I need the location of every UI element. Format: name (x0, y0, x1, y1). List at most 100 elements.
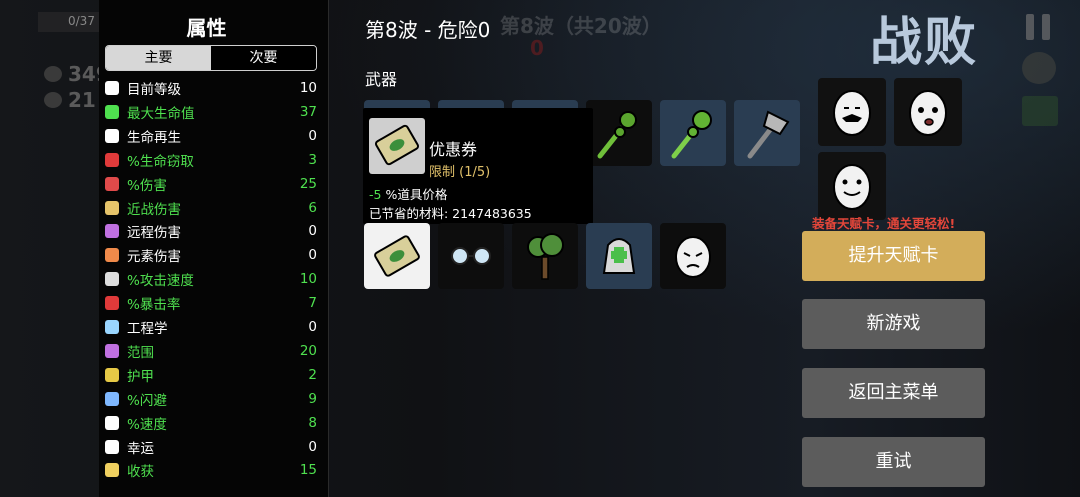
stats-tabs: 主要 次要 (105, 45, 317, 71)
stat-value: 8 (308, 414, 317, 431)
worried-egg-icon (909, 90, 947, 136)
tooltip-saved-materials: 已节省的材料: 2147483635 (369, 206, 532, 221)
stat-row: 幸运 0 (105, 435, 317, 459)
dodge-icon (105, 391, 119, 406)
stat-label: 生命再生 (127, 129, 181, 146)
defeat-title: 战败 (870, 13, 979, 73)
weapon-slot[interactable] (586, 100, 652, 166)
tooltip-effect-value: -5 (369, 187, 382, 202)
wave-title: 第8波 - 危险0 (365, 18, 491, 42)
item-slot[interactable] (586, 223, 652, 289)
stat-row: 最大生命值 37 (105, 100, 317, 124)
tooltip-item-limit: 限制 (1/5) (429, 165, 491, 180)
item-slot[interactable] (660, 223, 726, 289)
stat-label: 元素伤害 (127, 249, 181, 266)
tab-secondary[interactable]: 次要 (211, 46, 316, 70)
new-game-button[interactable]: 新游戏 (802, 299, 985, 349)
stat-row: 目前等级 10 (105, 76, 317, 100)
stat-row: 工程学 0 (105, 315, 317, 339)
stat-label: 目前等级 (127, 82, 181, 98)
level-icon (105, 81, 119, 95)
bag-count: 21 (68, 88, 96, 112)
stat-value: 2 (308, 366, 317, 383)
material-icon (44, 66, 62, 82)
speed-icon (105, 415, 119, 430)
stat-value: 6 (308, 199, 317, 216)
stat-label: 收获 (127, 464, 154, 481)
coupon-icon (374, 235, 420, 277)
stat-label: 工程学 (127, 321, 168, 337)
axe-icon (747, 110, 790, 159)
stat-value: 10 (299, 271, 317, 288)
weapon-slot[interactable] (734, 100, 800, 166)
stat-row: %伤害 25 (105, 172, 317, 196)
stat-row: %速度 8 (105, 411, 317, 435)
armor-icon (105, 367, 119, 382)
melee-icon (105, 200, 119, 215)
tooltip-item-name: 优惠券 (429, 140, 478, 159)
background-wave-text: 第8波（共20波） (500, 14, 662, 38)
item-slot[interactable] (512, 223, 578, 289)
stat-row: 远程伤害 0 (105, 219, 317, 243)
character-card[interactable] (894, 78, 962, 146)
character-card[interactable] (818, 78, 886, 146)
range-icon (105, 343, 119, 358)
pause-icon[interactable] (1026, 14, 1050, 40)
stat-row: 近战伤害 6 (105, 196, 317, 220)
item-slot[interactable] (364, 223, 430, 289)
stat-row: 收获 15 (105, 458, 317, 482)
stat-row: 元素伤害 0 (105, 243, 317, 267)
stat-label: 范围 (127, 344, 154, 361)
stat-value: 15 (299, 462, 317, 479)
stat-row: 护甲 2 (105, 363, 317, 387)
stat-value: 7 (308, 295, 317, 312)
stat-value: 25 (299, 175, 317, 192)
stat-label: %暴击率 (127, 297, 181, 314)
stat-value: 0 (308, 127, 317, 144)
spiked-club-icon (671, 110, 712, 159)
bag-icon (44, 92, 62, 108)
stat-label: %速度 (127, 416, 167, 433)
stat-value: 20 (299, 342, 317, 359)
upgrade-talent-button[interactable]: 提升天赋卡 (802, 231, 985, 281)
medical-turret-icon (602, 238, 636, 274)
stat-label: %攻击速度 (127, 273, 194, 290)
tab-primary[interactable]: 主要 (106, 46, 211, 70)
background-timer: 0 (530, 36, 544, 60)
damage-icon (105, 176, 119, 191)
stat-row: 生命再生 0 (105, 124, 317, 148)
stat-value: 0 (308, 223, 317, 240)
background-right-hud (995, 0, 1080, 497)
weapon-slot[interactable] (660, 100, 726, 166)
heart-icon (105, 104, 119, 119)
stat-value: 0 (308, 438, 317, 455)
crit-icon (105, 296, 119, 311)
attack-speed-icon (105, 272, 119, 287)
main-menu-button[interactable]: 返回主菜单 (802, 368, 985, 418)
stat-label: 最大生命值 (127, 105, 195, 122)
stat-label: %闪避 (127, 392, 167, 409)
stat-label: 幸运 (127, 440, 154, 457)
stat-value: 3 (308, 151, 317, 168)
regen-icon (105, 128, 119, 143)
stat-row: %攻击速度 10 (105, 267, 317, 291)
retry-button[interactable]: 重试 (802, 437, 985, 487)
egg-icon (1022, 52, 1056, 84)
glasses-icon (451, 247, 491, 265)
mustache-egg-icon (833, 90, 871, 136)
stats-panel: 属性 主要 次要 目前等级 10 最大生命值 37 生命再生 0 %生命窃取 3 %伤害 25 近战… (99, 0, 329, 497)
luck-icon (105, 439, 119, 454)
stat-label: %生命窃取 (127, 153, 194, 170)
harvest-icon (105, 463, 119, 478)
chest-icon (1022, 96, 1058, 126)
egg-face-icon (675, 236, 711, 278)
stat-row: 范围 20 (105, 339, 317, 363)
fanged-egg-icon (833, 164, 871, 210)
stat-label: 近战伤害 (127, 201, 181, 218)
item-tooltip: 优惠券 限制 (1/5) -5 %道具价格 已节省的材料: 2147483635 (363, 108, 593, 224)
character-card[interactable] (818, 152, 886, 220)
stats-title: 属性 (186, 16, 227, 40)
lifesteal-icon (105, 152, 119, 167)
elemental-icon (105, 248, 119, 263)
item-slot[interactable] (438, 223, 504, 289)
